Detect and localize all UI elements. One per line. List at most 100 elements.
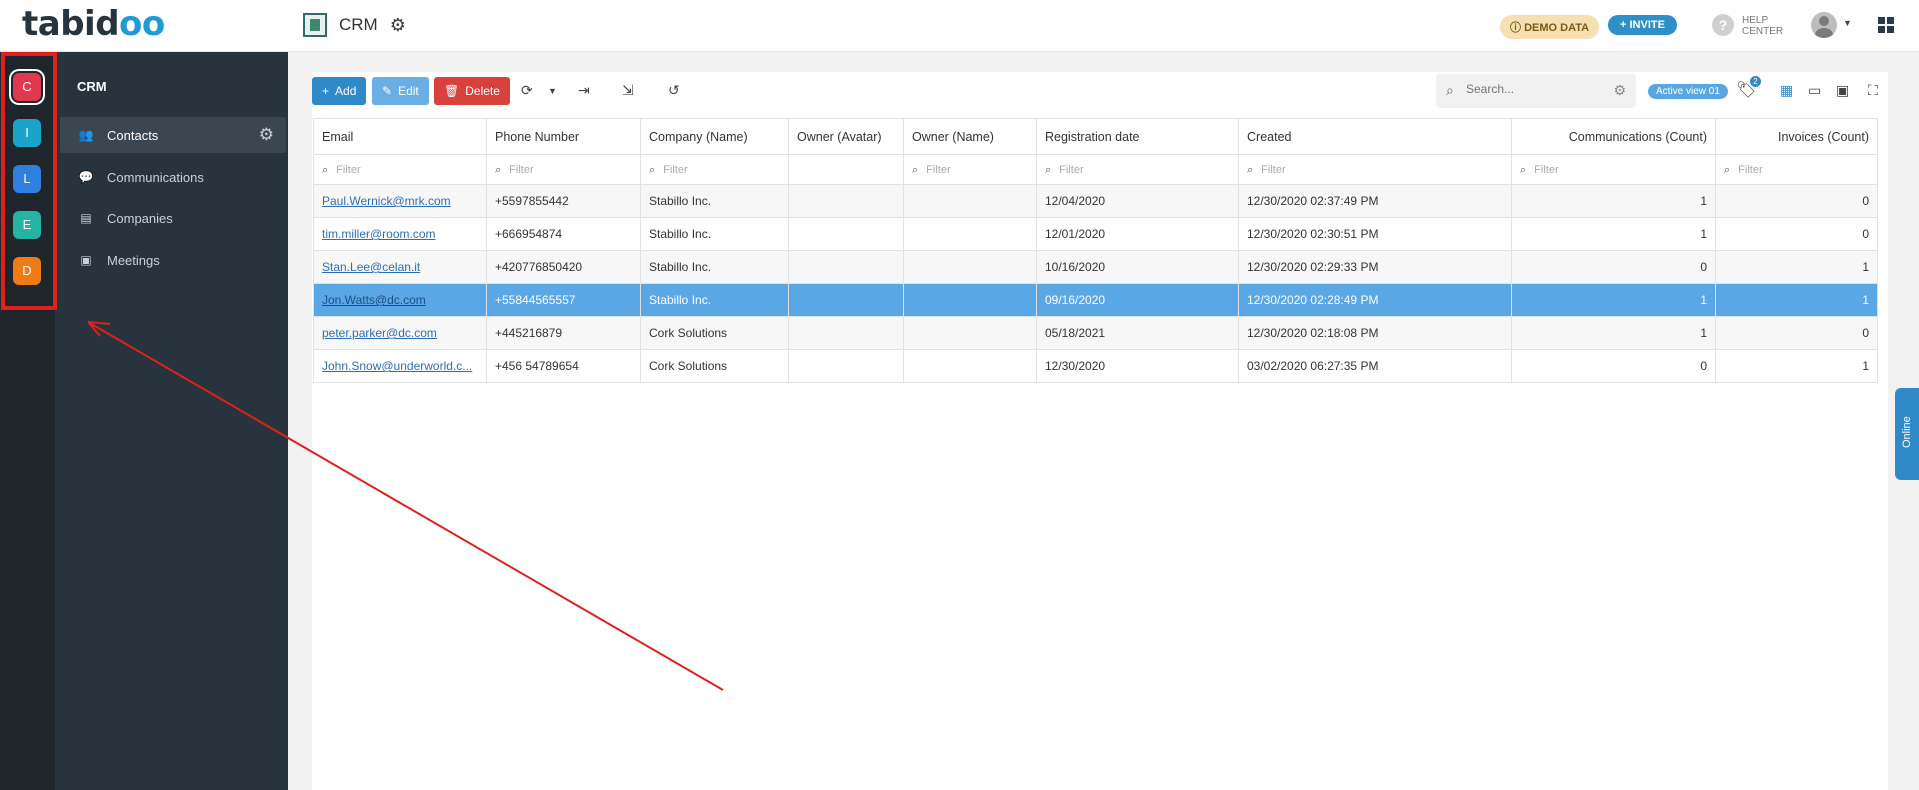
search-settings-gear-icon[interactable]: ⚙ <box>1613 82 1626 99</box>
table-cell-company: Stabillo Inc. <box>640 184 789 218</box>
column-header[interactable]: Email <box>313 118 487 155</box>
table-row[interactable]: Jon.Watts@dc.com +55844565557 Stabillo Inc… <box>313 283 1878 317</box>
table-cell-comms: 0 <box>1511 250 1716 284</box>
table-row[interactable]: tim.miller@room.com +666954874 Stabillo In… <box>313 217 1878 251</box>
table-cell-reg: 09/16/2020 <box>1036 283 1239 317</box>
table-view-icon[interactable]: ▦ <box>1780 82 1793 99</box>
column-filter[interactable] <box>788 154 904 185</box>
search-input[interactable] <box>1466 82 1596 96</box>
gear-icon[interactable]: ⚙ <box>259 125 274 145</box>
email-link[interactable]: peter.parker@dc.com <box>322 326 437 340</box>
filter-placeholder: Filter <box>1534 164 1559 176</box>
table-cell-avatar <box>788 316 904 350</box>
table-cell-reg: 12/30/2020 <box>1036 349 1239 383</box>
sidebar-item-contacts[interactable]: 👥 Contacts ⚙ <box>60 117 286 153</box>
table-cell-email: Stan.Lee@celan.it <box>313 250 487 284</box>
column-header[interactable]: Company (Name) <box>640 118 789 155</box>
table-row[interactable]: John.Snow@underworld.c... +456 54789654 Co… <box>313 349 1878 383</box>
filter-placeholder: Filter <box>509 164 534 176</box>
apps-grid-icon[interactable] <box>1878 17 1894 33</box>
column-header[interactable]: Owner (Avatar) <box>788 118 904 155</box>
email-link[interactable]: tim.miller@room.com <box>322 227 436 241</box>
table-cell-reg: 12/04/2020 <box>1036 184 1239 218</box>
fullscreen-icon[interactable]: ⛶ <box>1868 82 1878 99</box>
table-cell-email: Paul.Wernick@mrk.com <box>313 184 487 218</box>
table-cell-created: 12/30/2020 02:37:49 PM <box>1238 184 1512 218</box>
help-question-icon[interactable]: ? <box>1712 14 1734 36</box>
column-filter[interactable]: ⌕ Filter <box>486 154 641 185</box>
export-icon[interactable]: ⇲ <box>622 82 634 99</box>
search-icon: ⌕ <box>1520 164 1527 176</box>
column-header[interactable]: Invoices (Count) <box>1715 118 1878 155</box>
invite-button[interactable]: + INVITE <box>1608 15 1677 35</box>
import-icon[interactable]: ⇥ <box>578 82 590 99</box>
workspace-e-button[interactable]: E <box>13 211 41 239</box>
demo-data-badge[interactable]: ⓘ DEMO DATA <box>1500 15 1600 39</box>
delete-button[interactable]: 🗑 Delete <box>434 77 510 105</box>
chevron-down-icon[interactable]: ▼ <box>1843 18 1852 28</box>
workspace-c-button[interactable]: C <box>13 73 41 101</box>
edit-button[interactable]: ✎ Edit <box>372 77 429 105</box>
column-filter[interactable]: ⌕ Filter <box>640 154 789 185</box>
email-link[interactable]: Jon.Watts@dc.com <box>322 293 426 307</box>
column-filter[interactable]: ⌕ Filter <box>313 154 487 185</box>
building-icon: ▤ <box>80 211 92 225</box>
email-link[interactable]: Stan.Lee@celan.it <box>322 260 420 274</box>
table-cell-avatar <box>788 349 904 383</box>
table-cell-invoices: 0 <box>1715 217 1878 251</box>
column-filter[interactable]: ⌕ Filter <box>1036 154 1239 185</box>
column-header[interactable]: Communications (Count) <box>1511 118 1716 155</box>
table-cell-email: Jon.Watts@dc.com <box>313 283 487 317</box>
app-settings-gear-icon[interactable]: ⚙ <box>390 15 406 36</box>
table-cell-invoices: 0 <box>1715 316 1878 350</box>
workspace-i-button[interactable]: I <box>13 119 41 147</box>
filter-placeholder: Filter <box>336 164 361 176</box>
table-cell-created: 12/30/2020 02:18:08 PM <box>1238 316 1512 350</box>
column-header[interactable]: Registration date <box>1036 118 1239 155</box>
column-header[interactable]: Created <box>1238 118 1512 155</box>
table-cell-invoices: 1 <box>1715 250 1878 284</box>
top-bar: tabidoo CRM ⚙ ⓘ DEMO DATA + INVITE ? HEL… <box>0 0 1919 52</box>
email-link[interactable]: John.Snow@underworld.c... <box>322 359 472 373</box>
column-filter[interactable]: ⌕ Filter <box>1511 154 1716 185</box>
sidebar-item-companies[interactable]: ▤ Companies <box>60 200 286 236</box>
table-row[interactable]: Paul.Wernick@mrk.com +5597855442 Stabillo … <box>313 184 1878 218</box>
table-cell-invoices: 1 <box>1715 283 1878 317</box>
users-icon: 👥 <box>78 128 94 142</box>
history-icon[interactable]: ↺ <box>668 82 680 99</box>
workspace-l-button[interactable]: L <box>13 165 41 193</box>
column-header[interactable]: Phone Number <box>486 118 641 155</box>
table-row[interactable]: Stan.Lee@celan.it +420776850420 Stabillo I… <box>313 250 1878 284</box>
sidebar-item-communications[interactable]: 💬 Communications <box>60 159 286 195</box>
card-view-icon[interactable]: ▭ <box>1808 82 1821 99</box>
tabidoo-logo[interactable]: tabidoo <box>22 4 165 44</box>
sidebar-item-meetings[interactable]: ▣ Meetings <box>60 242 286 278</box>
calendar-view-icon[interactable]: ▣ <box>1836 82 1849 99</box>
refresh-icon[interactable]: ⟳ <box>521 82 533 99</box>
filter-placeholder: Filter <box>926 164 951 176</box>
add-button[interactable]: + Add <box>312 77 367 105</box>
table-cell-phone: +55844565557 <box>486 283 641 317</box>
sidebar: CRM 👥 Contacts ⚙ 💬 Communications ▤ Comp… <box>55 52 288 790</box>
column-filter[interactable]: ⌕ Filter <box>903 154 1037 185</box>
table-cell-avatar <box>788 184 904 218</box>
column-filter[interactable]: ⌕ Filter <box>1238 154 1512 185</box>
table-row[interactable]: peter.parker@dc.com +445216879 Cork Soluti… <box>313 316 1878 350</box>
column-header[interactable]: Owner (Name) <box>903 118 1037 155</box>
chevron-down-icon[interactable]: ▼ <box>548 86 557 96</box>
table-cell-reg: 10/16/2020 <box>1036 250 1239 284</box>
filter-placeholder: Filter <box>1059 164 1084 176</box>
workspace-d-button[interactable]: D <box>13 257 41 285</box>
table-cell-company: Cork Solutions <box>640 349 789 383</box>
table-cell-reg: 12/01/2020 <box>1036 217 1239 251</box>
active-view-badge[interactable]: Active view 01 <box>1648 84 1728 99</box>
search-box[interactable]: ⌕ ⚙ <box>1436 74 1636 108</box>
table-cell-comms: 0 <box>1511 349 1716 383</box>
search-icon: ⌕ <box>649 164 656 176</box>
online-chat-tab[interactable]: Online <box>1895 388 1919 480</box>
column-filter[interactable]: ⌕ Filter <box>1715 154 1878 185</box>
email-link[interactable]: Paul.Wernick@mrk.com <box>322 194 451 208</box>
app-title: CRM ⚙ <box>303 13 406 37</box>
user-avatar[interactable] <box>1811 12 1837 38</box>
help-center-link[interactable]: HELP CENTER <box>1742 15 1783 37</box>
